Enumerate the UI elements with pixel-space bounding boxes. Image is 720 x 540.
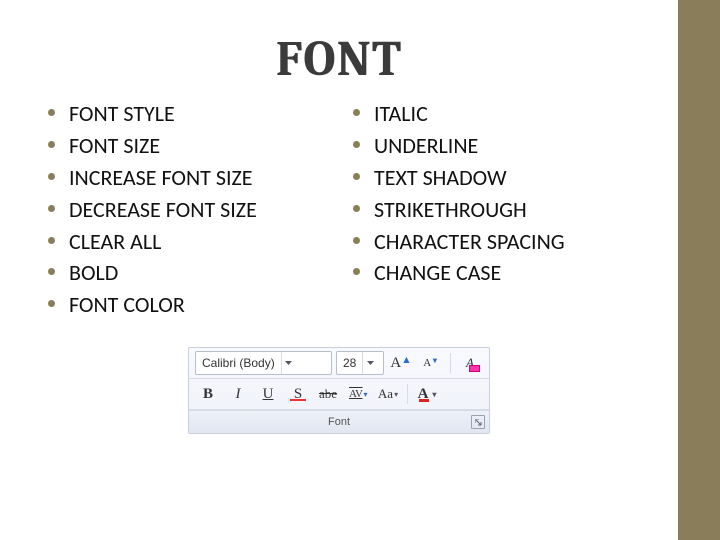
separator (407, 384, 408, 404)
bullet-icon (353, 173, 360, 180)
list-item-label: FONT COLOR (69, 289, 185, 321)
list-item: TEXT SHADOW (353, 162, 638, 194)
slide: FONT FONT STYLE FONT SIZE INCREASE FONT … (0, 0, 678, 540)
text-shadow-button[interactable]: S (285, 382, 311, 406)
list-item-label: FONT SIZE (69, 130, 160, 162)
clear-formatting-button[interactable]: A (457, 351, 483, 375)
bullet-icon (48, 300, 55, 307)
font-name-value: Calibri (Body) (196, 356, 281, 370)
bullet-icon (353, 237, 360, 244)
bullet-icon (48, 237, 55, 244)
bullet-icon (48, 173, 55, 180)
bullet-icon (48, 141, 55, 148)
list-item: INCREASE FONT SIZE (48, 162, 333, 194)
color-swatch-icon (419, 399, 429, 402)
list-item: ITALIC (353, 98, 638, 130)
list-item: FONT COLOR (48, 289, 333, 321)
right-column: ITALIC UNDERLINE TEXT SHADOW STRIKETHROU… (353, 98, 638, 321)
font-name-combo[interactable]: Calibri (Body) (195, 351, 332, 375)
list-item-label: STRIKETHROUGH (374, 194, 527, 226)
list-item: CHARACTER SPACING (353, 226, 638, 258)
font-color-button[interactable]: A▾ (414, 382, 440, 406)
accent-stripe (678, 0, 720, 540)
bullet-icon (353, 205, 360, 212)
list-item-label: TEXT SHADOW (374, 162, 507, 194)
list-item-label: INCREASE FONT SIZE (69, 162, 253, 194)
list-item: BOLD (48, 257, 333, 289)
list-item-label: CLEAR ALL (69, 226, 161, 258)
list-item: UNDERLINE (353, 130, 638, 162)
bullet-icon (48, 205, 55, 212)
ribbon-row-bottom: B I U S abe AV▾ Aa▾ A▾ (189, 379, 489, 410)
font-size-combo[interactable]: 28 (336, 351, 384, 375)
list-item-label: FONT STYLE (69, 98, 175, 130)
ribbon-screenshot: Calibri (Body) 28 A▲ A▼ A B I U S abe AV… (0, 347, 678, 434)
bullet-icon (353, 268, 360, 275)
left-column: FONT STYLE FONT SIZE INCREASE FONT SIZE … (48, 98, 333, 321)
font-ribbon-group: Calibri (Body) 28 A▲ A▼ A B I U S abe AV… (188, 347, 490, 434)
ribbon-row-top: Calibri (Body) 28 A▲ A▼ A (189, 348, 489, 379)
bold-button[interactable]: B (195, 382, 221, 406)
list-item-label: BOLD (69, 257, 118, 289)
bullet-icon (48, 268, 55, 275)
decrease-font-size-button[interactable]: A▼ (418, 351, 444, 375)
chevron-down-icon: ▾ (363, 390, 367, 399)
list-item-label: CHARACTER SPACING (374, 226, 565, 258)
list-item-label: CHANGE CASE (374, 257, 501, 289)
bullet-columns: FONT STYLE FONT SIZE INCREASE FONT SIZE … (0, 88, 678, 321)
ribbon-group-footer: Font (189, 410, 489, 433)
italic-button[interactable]: I (225, 382, 251, 406)
chevron-down-icon: ▾ (432, 390, 436, 399)
dialog-launcher-icon[interactable] (471, 415, 485, 429)
ribbon-group-label: Font (328, 416, 350, 428)
list-item-label: DECREASE FONT SIZE (69, 194, 257, 226)
bullet-icon (353, 141, 360, 148)
change-case-button[interactable]: Aa▾ (375, 382, 401, 406)
list-item: CLEAR ALL (48, 226, 333, 258)
list-item: STRIKETHROUGH (353, 194, 638, 226)
chevron-down-icon[interactable] (281, 352, 296, 374)
list-item: FONT SIZE (48, 130, 333, 162)
character-spacing-button[interactable]: AV▾ (345, 382, 371, 406)
slide-title: FONT (0, 30, 678, 88)
list-item: DECREASE FONT SIZE (48, 194, 333, 226)
underline-button[interactable]: U (255, 382, 281, 406)
bullet-icon (48, 109, 55, 116)
list-item: FONT STYLE (48, 98, 333, 130)
strikethrough-button[interactable]: abe (315, 382, 341, 406)
bullet-icon (353, 109, 360, 116)
list-item-label: ITALIC (374, 98, 428, 130)
list-item-label: UNDERLINE (374, 130, 478, 162)
increase-font-size-button[interactable]: A▲ (388, 351, 414, 375)
separator (450, 353, 451, 373)
font-size-value: 28 (337, 356, 362, 370)
chevron-down-icon[interactable] (362, 352, 377, 374)
chevron-down-icon: ▾ (394, 390, 398, 399)
eraser-icon (469, 365, 480, 372)
list-item: CHANGE CASE (353, 257, 638, 289)
